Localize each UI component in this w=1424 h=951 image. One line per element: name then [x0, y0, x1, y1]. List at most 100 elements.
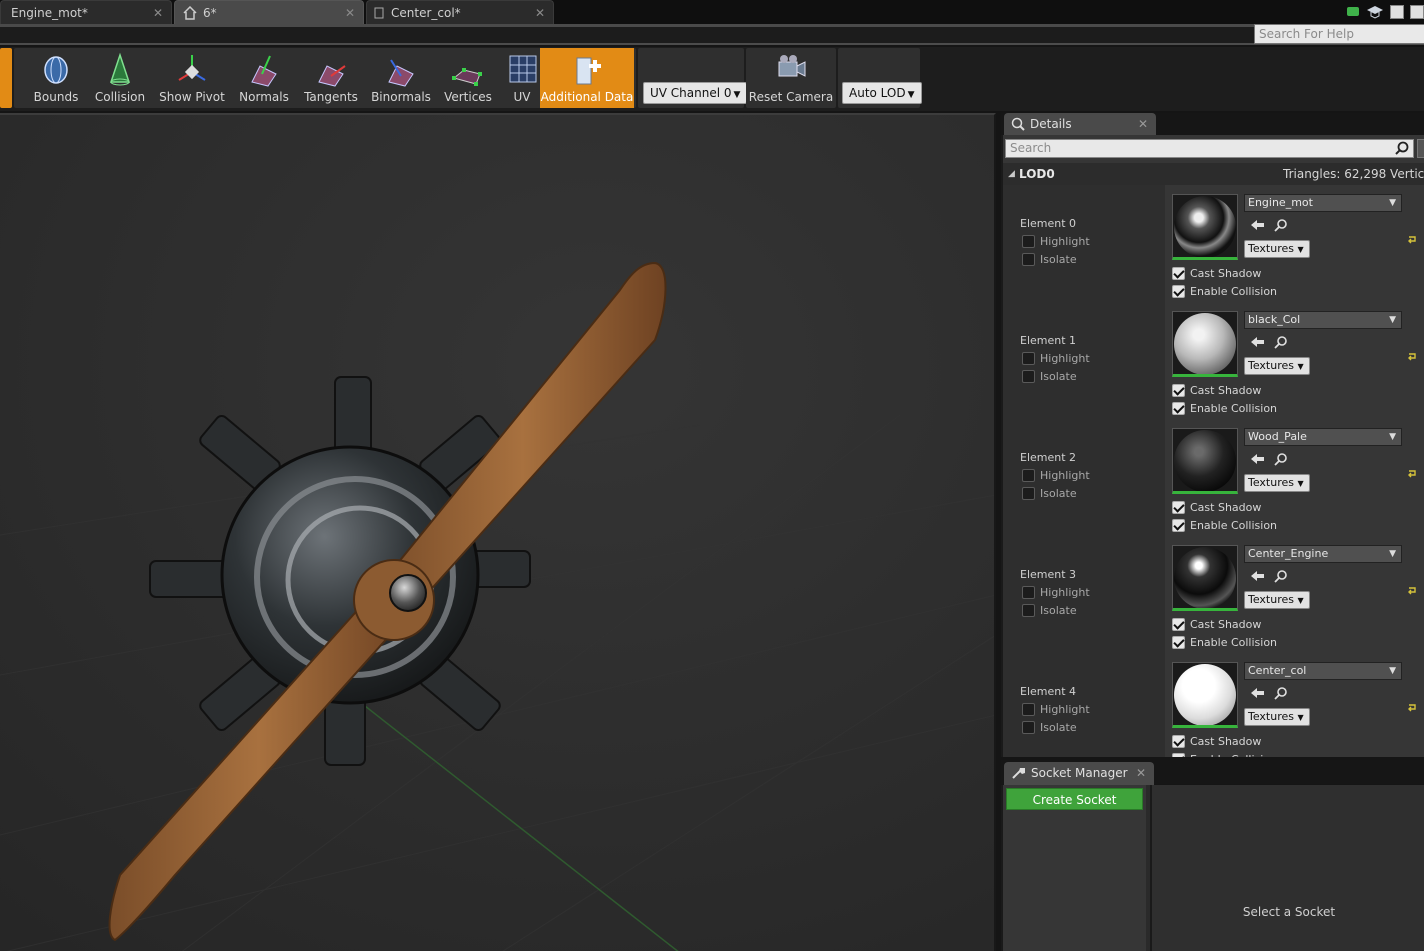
- cast-shadow-checkbox[interactable]: Cast Shadow: [1172, 735, 1261, 749]
- highlight-checkbox[interactable]: Highlight: [1022, 586, 1090, 600]
- maximize-button[interactable]: [1410, 5, 1424, 19]
- reset-to-default-icon[interactable]: [1407, 703, 1417, 713]
- material-thumbnail[interactable]: [1172, 428, 1238, 494]
- use-selected-arrow-icon[interactable]: [1250, 218, 1266, 232]
- tab-engine-mot[interactable]: Engine_mot* ✕: [0, 0, 172, 24]
- browse-search-icon[interactable]: [1274, 335, 1288, 349]
- details-search-input[interactable]: Search: [1005, 139, 1414, 158]
- use-selected-arrow-icon[interactable]: [1250, 335, 1266, 349]
- checkbox[interactable]: [1022, 370, 1035, 383]
- engine-propeller-preview[interactable]: [0, 115, 996, 951]
- material-selector[interactable]: Engine_mot ▼: [1244, 194, 1402, 212]
- cast-shadow-checkbox[interactable]: Cast Shadow: [1172, 501, 1261, 515]
- checkbox[interactable]: [1172, 384, 1185, 397]
- tab-center-col[interactable]: Center_col* ✕: [366, 0, 554, 24]
- textures-dropdown[interactable]: Textures ▼: [1244, 591, 1310, 609]
- tab-socket-manager[interactable]: Socket Manager ✕: [1004, 762, 1154, 785]
- close-icon[interactable]: ✕: [153, 1, 163, 25]
- checkbox[interactable]: [1022, 703, 1035, 716]
- lod-section-header[interactable]: ◢ LOD0 Triangles: 62,298 Vertices:: [1003, 163, 1424, 185]
- checkbox[interactable]: [1172, 285, 1185, 298]
- checkbox[interactable]: [1022, 235, 1035, 248]
- reset-camera-button[interactable]: Reset Camera: [746, 48, 836, 108]
- search-icon[interactable]: [1395, 141, 1409, 155]
- isolate-checkbox[interactable]: Isolate: [1022, 253, 1077, 267]
- use-selected-arrow-icon[interactable]: [1250, 452, 1266, 466]
- tab-6[interactable]: 6* ✕: [174, 0, 364, 24]
- material-selector[interactable]: black_Col ▼: [1244, 311, 1402, 329]
- checkbox[interactable]: [1022, 352, 1035, 365]
- isolate-checkbox[interactable]: Isolate: [1022, 487, 1077, 501]
- reset-to-default-icon[interactable]: [1407, 352, 1417, 362]
- checkbox[interactable]: [1022, 604, 1035, 617]
- browse-search-icon[interactable]: [1274, 452, 1288, 466]
- browse-search-icon[interactable]: [1274, 218, 1288, 232]
- checkbox[interactable]: [1172, 501, 1185, 514]
- close-icon[interactable]: ✕: [1136, 762, 1146, 784]
- isolate-checkbox[interactable]: Isolate: [1022, 721, 1077, 735]
- reset-to-default-icon[interactable]: [1407, 235, 1417, 245]
- reset-to-default-icon[interactable]: [1407, 586, 1417, 596]
- show-pivot-button[interactable]: Show Pivot: [152, 48, 232, 108]
- create-socket-button[interactable]: Create Socket: [1006, 788, 1143, 810]
- browse-search-icon[interactable]: [1274, 569, 1288, 583]
- textures-dropdown[interactable]: Textures ▼: [1244, 708, 1310, 726]
- material-thumbnail[interactable]: [1172, 662, 1238, 728]
- textures-dropdown[interactable]: Textures ▼: [1244, 240, 1310, 258]
- highlight-checkbox[interactable]: Highlight: [1022, 235, 1090, 249]
- tab-details[interactable]: Details ✕: [1004, 113, 1156, 136]
- uv-button[interactable]: UV: [500, 48, 544, 108]
- additional-data-button[interactable]: Additional Data: [540, 48, 634, 108]
- use-selected-arrow-icon[interactable]: [1250, 686, 1266, 700]
- checkbox[interactable]: [1022, 721, 1035, 734]
- browse-search-icon[interactable]: [1274, 686, 1288, 700]
- isolate-checkbox[interactable]: Isolate: [1022, 370, 1077, 384]
- lod-dropdown[interactable]: Auto LOD ▼: [842, 82, 922, 104]
- checkbox[interactable]: [1022, 469, 1035, 482]
- checkbox[interactable]: [1022, 586, 1035, 599]
- material-selector[interactable]: Center_Engine ▼: [1244, 545, 1402, 563]
- enable-collision-checkbox[interactable]: Enable Collision: [1172, 636, 1277, 650]
- binormals-button[interactable]: Binormals: [366, 48, 436, 108]
- learn-icon[interactable]: [1366, 5, 1384, 19]
- uv-channel-dropdown[interactable]: UV Channel 0 ▼: [643, 82, 748, 104]
- tangents-button[interactable]: Tangents: [296, 48, 366, 108]
- minimize-button[interactable]: [1390, 5, 1404, 19]
- checkbox[interactable]: [1172, 267, 1185, 280]
- checkbox[interactable]: [1172, 735, 1185, 748]
- checkbox[interactable]: [1022, 253, 1035, 266]
- enable-collision-checkbox[interactable]: Enable Collision: [1172, 753, 1277, 757]
- view-options-button[interactable]: [1417, 139, 1424, 158]
- enable-collision-checkbox[interactable]: Enable Collision: [1172, 519, 1277, 533]
- socket-list[interactable]: Create Socket: [1003, 785, 1146, 951]
- collapse-arrow-icon[interactable]: ◢: [1008, 163, 1015, 185]
- checkbox[interactable]: [1172, 636, 1185, 649]
- material-selector[interactable]: Center_col ▼: [1244, 662, 1402, 680]
- highlight-checkbox[interactable]: Highlight: [1022, 469, 1090, 483]
- feedback-icon[interactable]: [1346, 5, 1360, 19]
- isolate-checkbox[interactable]: Isolate: [1022, 604, 1077, 618]
- cast-shadow-checkbox[interactable]: Cast Shadow: [1172, 267, 1261, 281]
- checkbox[interactable]: [1172, 402, 1185, 415]
- collision-button[interactable]: Collision: [88, 48, 152, 108]
- checkbox[interactable]: [1172, 618, 1185, 631]
- material-thumbnail[interactable]: [1172, 194, 1238, 260]
- enable-collision-checkbox[interactable]: Enable Collision: [1172, 402, 1277, 416]
- normals-button[interactable]: Normals: [232, 48, 296, 108]
- highlight-checkbox[interactable]: Highlight: [1022, 703, 1090, 717]
- checkbox[interactable]: [1172, 519, 1185, 532]
- reset-to-default-icon[interactable]: [1407, 469, 1417, 479]
- material-thumbnail[interactable]: [1172, 311, 1238, 377]
- bounds-button[interactable]: Bounds: [24, 48, 88, 108]
- cast-shadow-checkbox[interactable]: Cast Shadow: [1172, 618, 1261, 632]
- vertices-button[interactable]: Vertices: [436, 48, 500, 108]
- use-selected-arrow-icon[interactable]: [1250, 569, 1266, 583]
- enable-collision-checkbox[interactable]: Enable Collision: [1172, 285, 1277, 299]
- material-thumbnail[interactable]: [1172, 545, 1238, 611]
- material-selector[interactable]: Wood_Pale ▼: [1244, 428, 1402, 446]
- close-icon[interactable]: ✕: [535, 1, 545, 25]
- textures-dropdown[interactable]: Textures ▼: [1244, 357, 1310, 375]
- checkbox[interactable]: [1022, 487, 1035, 500]
- textures-dropdown[interactable]: Textures ▼: [1244, 474, 1310, 492]
- highlight-checkbox[interactable]: Highlight: [1022, 352, 1090, 366]
